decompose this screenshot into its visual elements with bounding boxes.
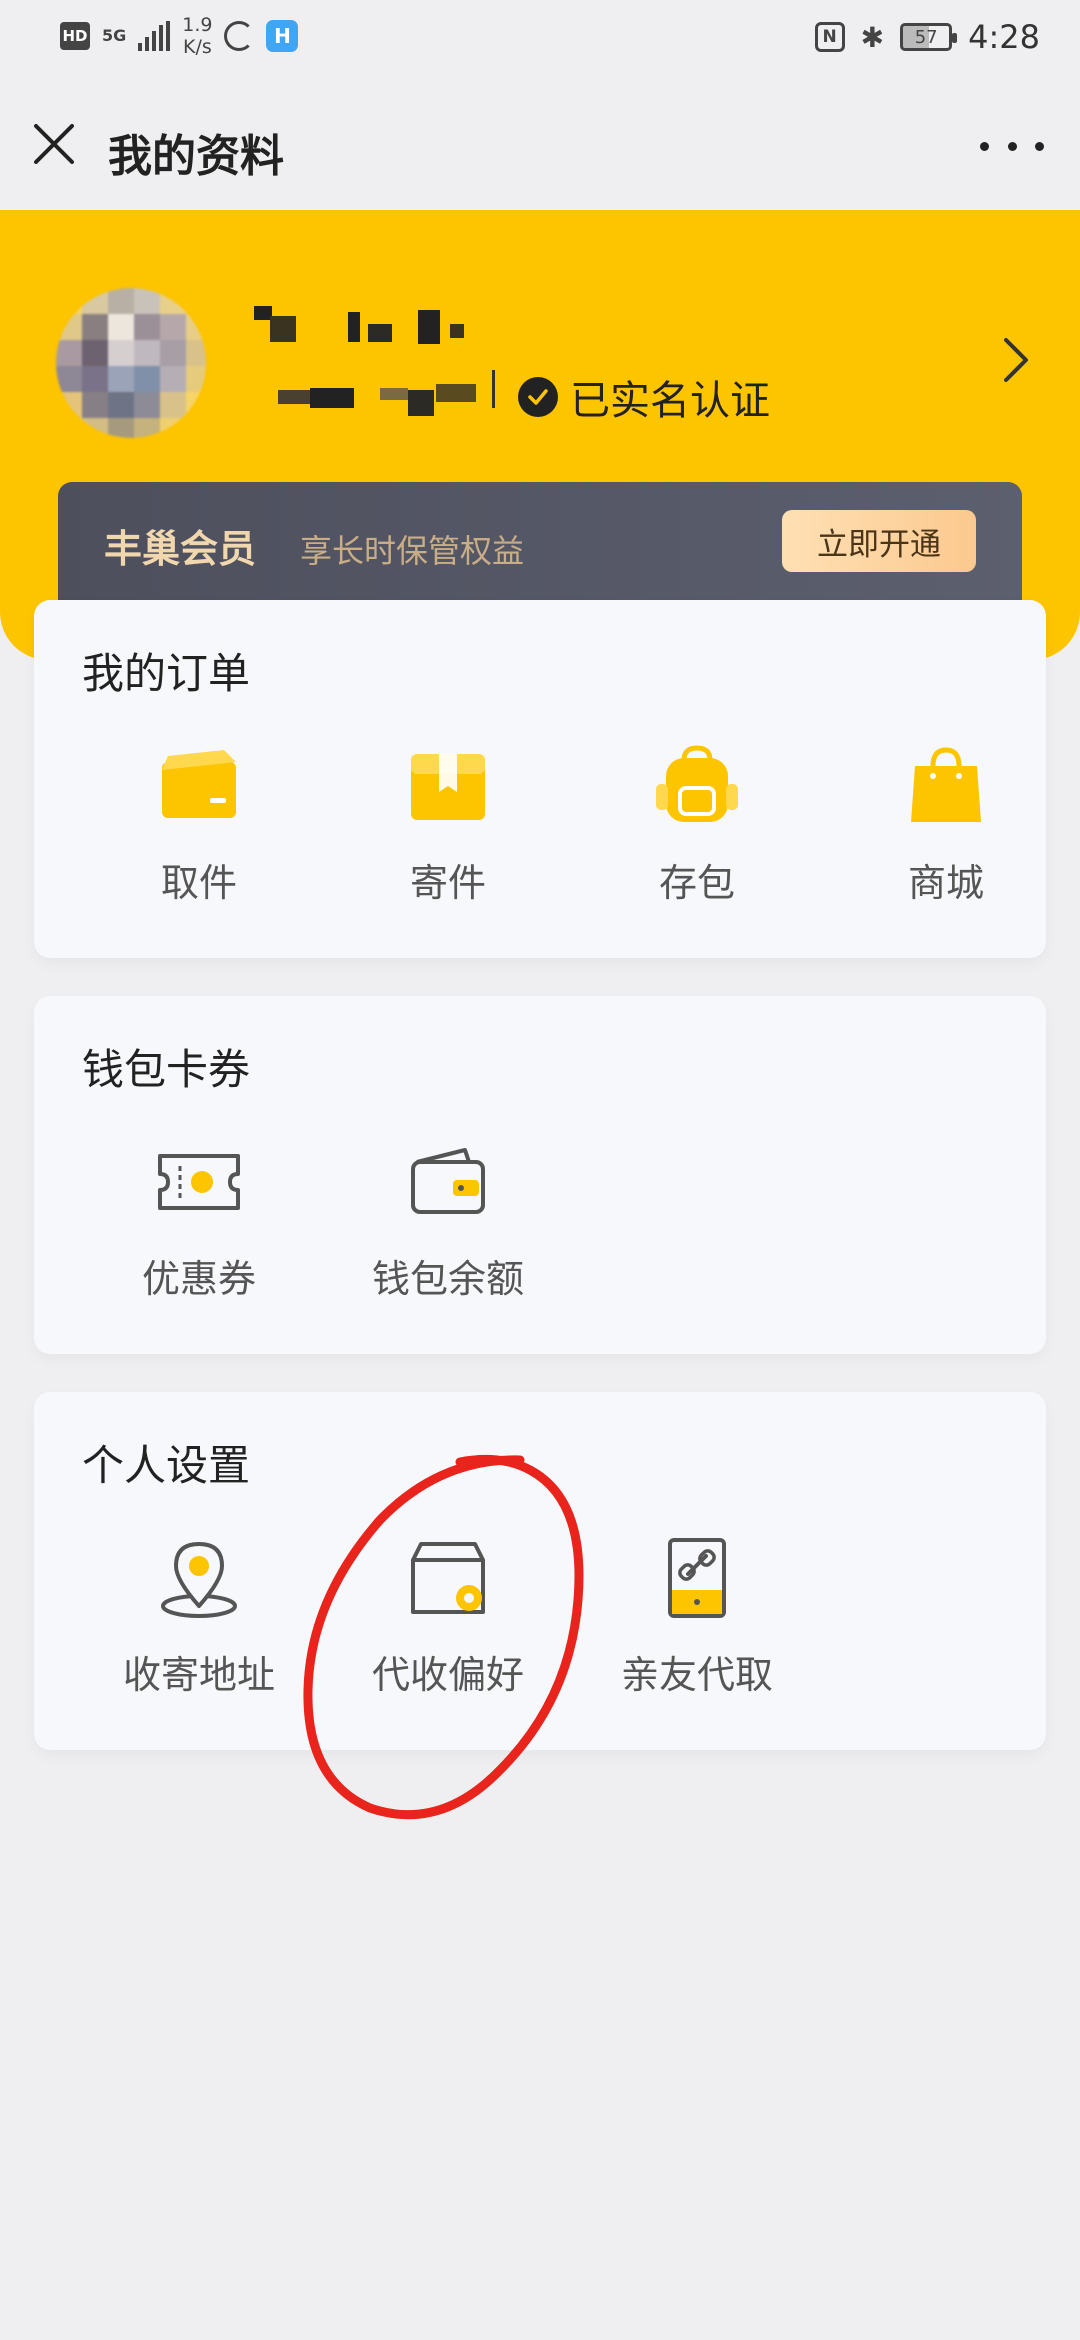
- send-package-label: 寄件: [409, 861, 486, 905]
- shopping-bag-icon: [911, 747, 981, 822]
- network-speed-value: 1.9: [182, 14, 213, 36]
- verified-label: 已实名认证: [570, 378, 770, 424]
- close-icon: [34, 124, 74, 164]
- wallet-title: 钱包卡券: [82, 1045, 251, 1094]
- nfc-icon: N: [814, 22, 845, 52]
- network-type: 5G: [102, 26, 127, 45]
- more-dot-icon: [1007, 141, 1017, 151]
- backpack-icon: [656, 745, 738, 822]
- more-dot-icon: [980, 141, 989, 151]
- wallet-card: 钱包卡券 优惠券 钱包余额: [34, 996, 1046, 1354]
- avatar[interactable]: [56, 288, 206, 438]
- activate-membership-button[interactable]: 立即开通: [782, 510, 976, 572]
- coupon-item[interactable]: 优惠券: [94, 1136, 304, 1316]
- mall-item[interactable]: 商城: [841, 740, 1051, 920]
- location-pin-icon: [161, 1542, 237, 1618]
- red-circle-annotation: [303, 1454, 584, 1820]
- membership-banner[interactable]: 丰巢会员 享长时保管权益 立即开通: [58, 482, 1022, 610]
- coupon-icon: [158, 1154, 240, 1210]
- membership-subtitle: 享长时保管权益: [300, 532, 525, 570]
- page-title: 我的资料: [108, 131, 284, 182]
- send-package-item[interactable]: 寄件: [343, 740, 553, 920]
- family-pickup-item[interactable]: 亲友代取: [592, 1532, 802, 1712]
- pickup-item[interactable]: 取件: [94, 740, 304, 920]
- wallet-balance-item[interactable]: 钱包余额: [343, 1136, 553, 1316]
- settings-title: 个人设置: [82, 1441, 251, 1490]
- wallet-icon: [411, 1148, 485, 1214]
- separator: [492, 370, 495, 408]
- link-phone-icon: [668, 1538, 726, 1618]
- verified-badge: 已实名认证: [518, 368, 770, 426]
- clock: 4:28: [968, 18, 1040, 56]
- pickup-label: 取件: [160, 861, 237, 905]
- signal-icon: [138, 21, 171, 51]
- more-dot-icon: [1035, 141, 1044, 151]
- more-options-button[interactable]: [980, 118, 1044, 174]
- status-bar: HD 5G 1.9 K/s H N ✱ 57 4:28: [0, 0, 1080, 80]
- membership-title: 丰巢会员: [104, 527, 257, 571]
- store-bag-item[interactable]: 存包: [592, 740, 802, 920]
- coupon-label: 优惠券: [141, 1257, 256, 1301]
- orders-title: 我的订单: [82, 649, 251, 698]
- shipping-address-label: 收寄地址: [122, 1653, 275, 1697]
- chevron-right-icon[interactable]: [996, 330, 1036, 390]
- store-bag-label: 存包: [658, 861, 735, 905]
- app-notification-icon: H: [266, 20, 299, 52]
- send-package-icon: [411, 754, 485, 820]
- network-speed: 1.9 K/s: [182, 14, 212, 58]
- shipping-address-item[interactable]: 收寄地址: [94, 1532, 304, 1712]
- username-redacted: [250, 294, 500, 444]
- family-pickup-label: 亲友代取: [620, 1653, 773, 1697]
- check-circle-icon: [518, 377, 558, 417]
- orders-card: 我的订单 取件 寄件 存包 商城: [34, 600, 1046, 958]
- close-button[interactable]: [26, 116, 82, 172]
- mall-label: 商城: [907, 861, 984, 905]
- network-speed-unit: K/s: [182, 36, 212, 58]
- pickup-icon: [162, 750, 236, 818]
- battery-icon: 57: [900, 23, 958, 51]
- bluetooth-icon: ✱: [860, 20, 885, 54]
- hd-voice-icon: HD: [60, 22, 90, 50]
- wallet-balance-label: 钱包余额: [371, 1257, 524, 1301]
- sync-icon: [224, 21, 255, 51]
- nav-bar: 我的资料: [0, 80, 1080, 210]
